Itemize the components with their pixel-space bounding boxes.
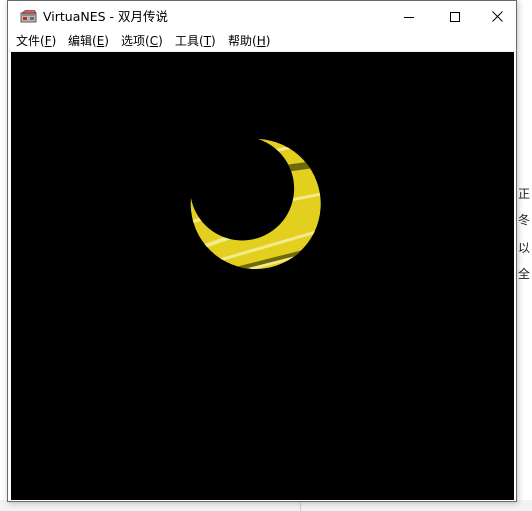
emulator-window: VirtuaNES - 双月传说 文件(F) 编辑(E) 选项(C) 工具(T)… [7, 0, 517, 502]
background-text-snippet: 正 [518, 187, 531, 201]
menu-edit[interactable]: 编辑(E) [67, 33, 110, 50]
background-text-snippet: 冬 [518, 213, 531, 227]
close-button[interactable] [478, 1, 516, 32]
minimize-icon [404, 16, 414, 18]
menu-tools[interactable]: 工具(T) [174, 33, 217, 50]
menu-file[interactable]: 文件(F) [15, 33, 57, 50]
game-screen[interactable] [11, 52, 514, 500]
crescent-moon-graphic [190, 139, 321, 269]
background-text-snippet: 全 [518, 267, 531, 281]
maximize-icon [450, 11, 460, 22]
minimize-button[interactable] [386, 1, 432, 32]
close-icon [491, 11, 503, 22]
menu-bar: 文件(F) 编辑(E) 选项(C) 工具(T) 帮助(H) [8, 32, 516, 52]
background-text-snippet: 以 [518, 241, 531, 255]
title-bar[interactable]: VirtuaNES - 双月传说 [8, 1, 516, 32]
maximize-button[interactable] [432, 1, 478, 32]
virtuanes-app-icon[interactable] [20, 9, 37, 23]
menu-options[interactable]: 选项(C) [120, 33, 164, 50]
menu-help[interactable]: 帮助(H) [227, 33, 271, 50]
window-title: VirtuaNES - 双月传说 [43, 9, 169, 24]
